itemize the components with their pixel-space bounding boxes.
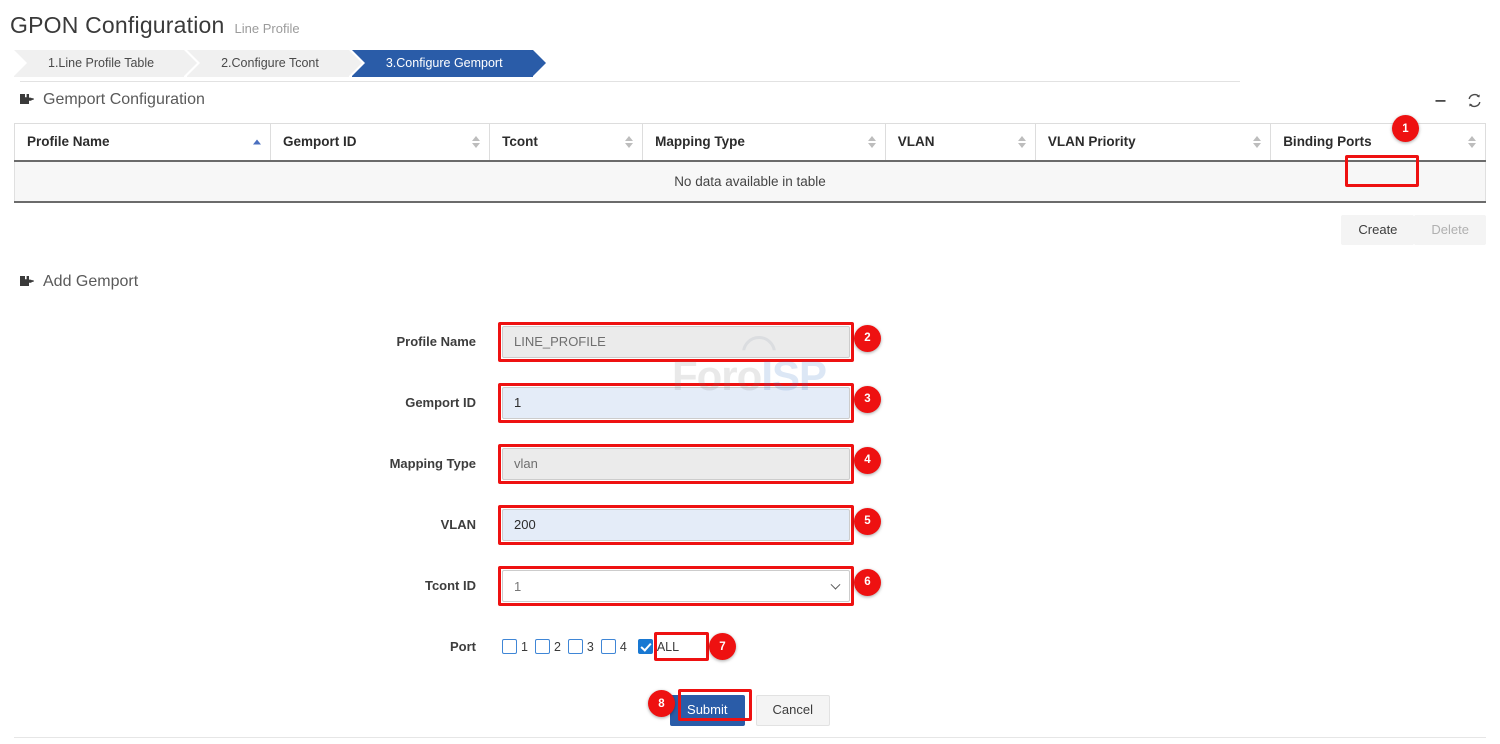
column-label: Profile Name (27, 134, 110, 149)
column-header-profile-name[interactable]: Profile Name (15, 124, 271, 161)
wizard-step-3[interactable]: 3.Configure Gemport (352, 50, 533, 77)
tcont-id-select-wrapper[interactable]: 1 (502, 570, 850, 602)
port-checkbox-label-2: 2 (554, 640, 561, 654)
port-checkbox-item-2[interactable]: 2 (535, 639, 561, 654)
column-header-mapping-type[interactable]: Mapping Type (643, 124, 886, 161)
port-checkbox-4[interactable] (601, 639, 616, 654)
tcont-id-select[interactable]: 1 (502, 570, 850, 602)
port-checkbox-label-all: ALL (657, 640, 679, 654)
submit-button[interactable]: Submit (670, 695, 744, 726)
add-gemport-panel: Add Gemport Profile Name 2 Gemport ID 3 … (14, 259, 1486, 726)
annotation-badge-4: 4 (854, 447, 881, 474)
create-button[interactable]: Create (1341, 215, 1414, 246)
delete-button: Delete (1414, 215, 1486, 246)
add-gemport-title: Add Gemport (43, 273, 138, 291)
control-gemport-id: 3 (502, 387, 850, 419)
cancel-button[interactable]: Cancel (756, 695, 830, 726)
column-header-vlan[interactable]: VLAN (885, 124, 1035, 161)
sort-arrows-icon[interactable] (868, 136, 876, 148)
port-checkbox-label-1: 1 (521, 640, 528, 654)
annotation-badge-5: 5 (854, 508, 881, 535)
profile-name-input (502, 326, 850, 358)
port-checkbox-3[interactable] (568, 639, 583, 654)
collapse-icon[interactable] (1434, 94, 1447, 107)
port-checkbox-item-4[interactable]: 4 (601, 639, 627, 654)
column-label: VLAN (898, 134, 935, 149)
label-gemport-id: Gemport ID (14, 395, 502, 410)
annotation-badge-2: 2 (854, 325, 881, 352)
page-subtitle: Line Profile (235, 21, 300, 36)
label-profile-name: Profile Name (14, 334, 502, 349)
gemport-id-input[interactable] (502, 387, 850, 419)
control-vlan: 5 (502, 509, 850, 541)
column-header-binding-ports[interactable]: Binding Ports (1271, 124, 1486, 161)
port-checkbox-item-all[interactable]: ALL (638, 639, 679, 654)
wizard-step-2[interactable]: 2.Configure Tcont (187, 50, 349, 77)
add-gemport-form: Profile Name 2 Gemport ID 3 Mapping Type… (14, 305, 1486, 726)
sort-arrows-icon[interactable] (253, 139, 261, 144)
annotation-badge-7: 7 (709, 633, 736, 660)
control-port: 1 2 3 4 ALL (502, 639, 686, 654)
label-port: Port (14, 639, 502, 654)
panel-tools (1434, 77, 1482, 123)
label-tcont-id: Tcont ID (14, 578, 502, 593)
step-wizard: 1.Line Profile Table 2.Configure Tcont 3… (14, 50, 1500, 77)
field-row-vlan: VLAN 5 (14, 494, 1486, 555)
label-vlan: VLAN (14, 517, 502, 532)
page-title: GPON Configuration (10, 12, 225, 39)
port-checkbox-label-3: 3 (587, 640, 594, 654)
column-label: Gemport ID (283, 134, 357, 149)
gemport-panel-title: Gemport Configuration (43, 91, 205, 109)
column-header-tcont[interactable]: Tcont (490, 124, 643, 161)
add-gemport-header: Add Gemport (14, 259, 1486, 305)
field-row-gemport-id: Gemport ID 3 (14, 372, 1486, 433)
field-row-mapping-type: Mapping Type 4 (14, 433, 1486, 494)
gemport-panel-header: Gemport Configuration (14, 77, 1486, 123)
plugin-icon (18, 92, 34, 108)
page-header: GPON Configuration Line Profile (0, 0, 1500, 39)
sort-arrows-icon[interactable] (1018, 136, 1026, 148)
annotation-badge-3: 3 (854, 386, 881, 413)
column-header-vlan-priority[interactable]: VLAN Priority (1035, 124, 1270, 161)
sort-arrows-icon[interactable] (472, 136, 480, 148)
sort-arrows-icon[interactable] (1253, 136, 1261, 148)
column-header-gemport-id[interactable]: Gemport ID (270, 124, 489, 161)
port-checkbox-group: 1 2 3 4 ALL (502, 639, 686, 654)
control-tcont-id: 1 6 (502, 570, 850, 602)
annotation-badge-6: 6 (854, 569, 881, 596)
form-button-row: Submit Cancel 8 (14, 677, 1486, 726)
plugin-icon (18, 274, 34, 290)
port-checkbox-item-1[interactable]: 1 (502, 639, 528, 654)
gemport-table: Profile Name Gemport ID Tcont Mapping Ty… (14, 123, 1486, 203)
column-label: Binding Ports (1283, 134, 1372, 149)
port-checkbox-1[interactable] (502, 639, 517, 654)
column-label: Mapping Type (655, 134, 745, 149)
control-profile-name: 2 (502, 326, 850, 358)
port-checkbox-label-4: 4 (620, 640, 627, 654)
field-row-port: Port 1 2 3 (14, 616, 1486, 677)
control-mapping-type: 4 (502, 448, 850, 480)
table-empty-row: No data available in table (15, 161, 1486, 202)
refresh-icon[interactable] (1467, 93, 1482, 108)
label-mapping-type: Mapping Type (14, 456, 502, 471)
port-checkbox-item-3[interactable]: 3 (568, 639, 594, 654)
column-label: Tcont (502, 134, 538, 149)
vlan-input[interactable] (502, 509, 850, 541)
empty-table-message: No data available in table (15, 161, 1486, 202)
mapping-type-input (502, 448, 850, 480)
sort-arrows-icon[interactable] (1468, 136, 1476, 148)
annotation-badge-1: 1 (1392, 115, 1419, 142)
column-label: VLAN Priority (1048, 134, 1136, 149)
port-checkbox-all[interactable] (638, 639, 653, 654)
page-bottom-divider (14, 737, 1486, 738)
gemport-configuration-panel: Gemport Configuration Profile (14, 77, 1486, 245)
table-action-bar: Create Delete (14, 203, 1486, 246)
port-checkbox-2[interactable] (535, 639, 550, 654)
wizard-step-1[interactable]: 1.Line Profile Table (14, 50, 184, 77)
table-header-row: Profile Name Gemport ID Tcont Mapping Ty… (15, 124, 1486, 161)
sort-arrows-icon[interactable] (625, 136, 633, 148)
field-row-tcont-id: Tcont ID 1 6 (14, 555, 1486, 616)
